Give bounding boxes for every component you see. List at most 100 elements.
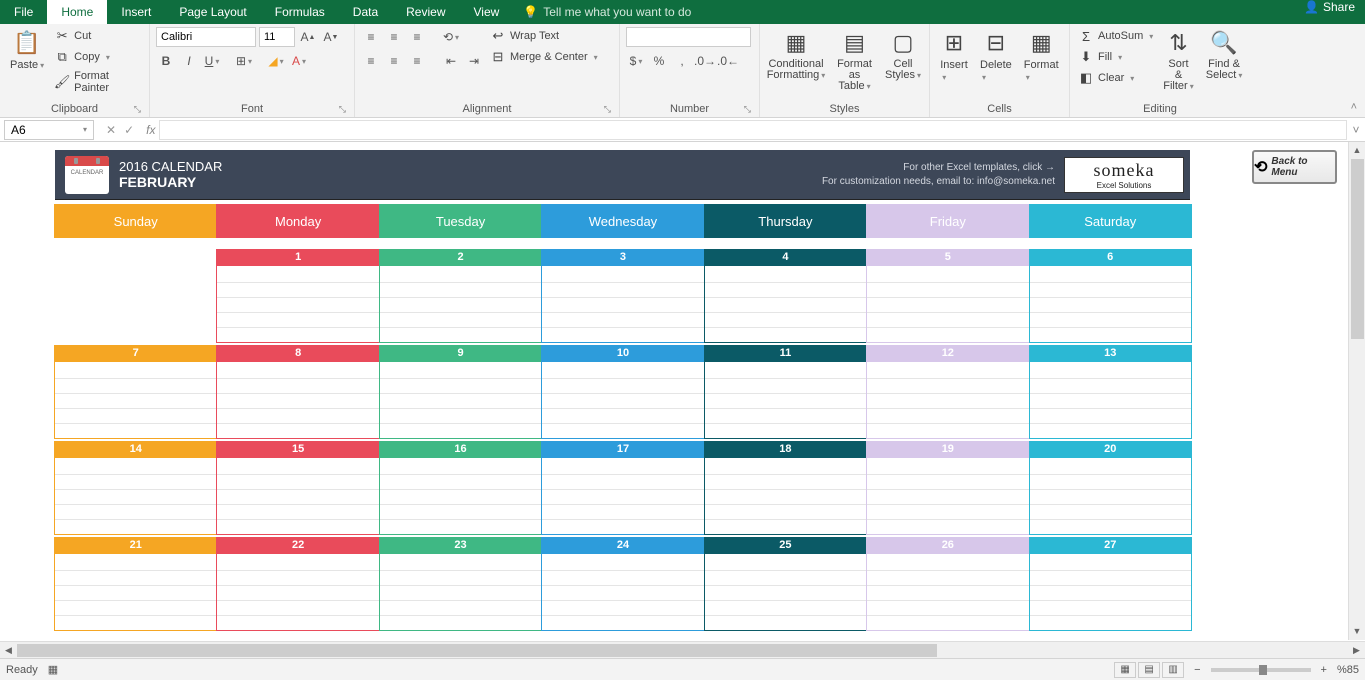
italic-button[interactable]: I [179, 51, 199, 71]
delete-cells-button[interactable]: ⊟Delete▾ [976, 27, 1016, 85]
clear-button[interactable]: ◧Clear▾ [1076, 69, 1155, 87]
formula-input[interactable] [159, 120, 1347, 140]
align-center-icon[interactable]: ≡ [384, 51, 404, 71]
increase-decimal-icon[interactable]: .0→ [695, 51, 715, 71]
day-body[interactable] [541, 554, 704, 631]
calendar-day[interactable]: 7 [54, 345, 217, 439]
scroll-right-icon[interactable]: ▶ [1348, 642, 1365, 658]
macro-record-icon[interactable]: ▦ [48, 663, 58, 676]
calendar-day[interactable]: 13 [1029, 345, 1192, 439]
day-body[interactable] [1029, 266, 1192, 343]
cut-button[interactable]: ✂Cut [52, 27, 143, 45]
calendar-day[interactable]: 5 [866, 249, 1029, 343]
decrease-decimal-icon[interactable]: .0← [718, 51, 738, 71]
wrap-text-button[interactable]: ↩Wrap Text [488, 27, 600, 45]
zoom-slider[interactable] [1211, 668, 1311, 672]
calendar-day[interactable]: 14 [54, 441, 217, 535]
calendar-day[interactable]: 20 [1029, 441, 1192, 535]
calendar-day[interactable]: 22 [216, 537, 379, 631]
day-body[interactable] [541, 458, 704, 535]
day-body[interactable] [54, 458, 217, 535]
tab-review[interactable]: Review [392, 0, 459, 24]
calendar-day[interactable]: 19 [866, 441, 1029, 535]
autosum-button[interactable]: ΣAutoSum▾ [1076, 27, 1155, 45]
zoom-level[interactable]: %85 [1337, 664, 1359, 676]
font-size-select[interactable] [259, 27, 295, 47]
border-button[interactable]: ⊞▾ [234, 51, 254, 71]
cell-styles-button[interactable]: ▢Cell Styles▾ [883, 27, 923, 83]
day-body[interactable] [704, 266, 867, 343]
fill-color-button[interactable]: ◢▾ [266, 51, 286, 71]
merge-center-button[interactable]: ⊟Merge & Center▾ [488, 48, 600, 66]
calendar-day[interactable]: 3 [541, 249, 704, 343]
clipboard-dialog-icon[interactable]: ⤡ [134, 104, 141, 115]
day-body[interactable] [704, 362, 867, 439]
day-body[interactable] [866, 266, 1029, 343]
calendar-day[interactable]: 6 [1029, 249, 1192, 343]
someka-logo[interactable]: someka Excel Solutions [1064, 157, 1184, 193]
format-as-table-button[interactable]: ▤Format as Table▾ [830, 27, 879, 94]
calendar-day[interactable]: 15 [216, 441, 379, 535]
day-body[interactable] [379, 458, 542, 535]
calendar-day[interactable]: 8 [216, 345, 379, 439]
day-body[interactable] [1029, 362, 1192, 439]
day-body[interactable] [216, 266, 379, 343]
tab-formulas[interactable]: Formulas [261, 0, 339, 24]
copy-button[interactable]: ⧉Copy▾ [52, 48, 143, 66]
day-body[interactable] [216, 362, 379, 439]
spreadsheet-grid[interactable]: ⟲ Back to Menu CALENDAR 2016 CALENDAR FE… [0, 142, 1365, 658]
calendar-day[interactable]: 1 [216, 249, 379, 343]
format-cells-button[interactable]: ▦Format▾ [1020, 27, 1063, 85]
increase-font-icon[interactable]: A▲ [298, 27, 318, 47]
h-scroll-thumb[interactable] [17, 644, 937, 657]
scroll-down-icon[interactable]: ▼ [1349, 623, 1365, 640]
align-left-icon[interactable]: ≡ [361, 51, 381, 71]
tab-view[interactable]: View [460, 0, 514, 24]
day-body[interactable] [1029, 458, 1192, 535]
day-body[interactable] [704, 458, 867, 535]
day-body[interactable] [379, 554, 542, 631]
day-body[interactable] [866, 362, 1029, 439]
day-body[interactable] [216, 458, 379, 535]
comma-format-icon[interactable]: , [672, 51, 692, 71]
decrease-font-icon[interactable]: A▼ [321, 27, 341, 47]
calendar-day[interactable]: 24 [541, 537, 704, 631]
calendar-day[interactable]: 10 [541, 345, 704, 439]
scroll-up-icon[interactable]: ▲ [1349, 142, 1365, 159]
bold-button[interactable]: B [156, 51, 176, 71]
normal-view-icon[interactable]: ▦ [1114, 662, 1136, 678]
day-body[interactable] [704, 554, 867, 631]
collapse-ribbon-icon[interactable]: ˄ [1351, 101, 1357, 113]
tab-data[interactable]: Data [339, 0, 392, 24]
sort-filter-button[interactable]: ⇅Sort & Filter▾ [1159, 27, 1197, 94]
calendar-day[interactable]: 26 [866, 537, 1029, 631]
name-box[interactable]: A6▾ [4, 120, 94, 140]
calendar-day[interactable]: 12 [866, 345, 1029, 439]
align-right-icon[interactable]: ≡ [407, 51, 427, 71]
scroll-thumb[interactable] [1351, 159, 1364, 339]
day-body[interactable] [379, 362, 542, 439]
zoom-in-icon[interactable]: + [1321, 664, 1327, 676]
expand-formula-icon[interactable]: ˅ [1347, 123, 1365, 137]
number-format-select[interactable] [626, 27, 751, 47]
conditional-formatting-button[interactable]: ▦Conditional Formatting▾ [766, 27, 826, 83]
calendar-day[interactable]: 21 [54, 537, 217, 631]
number-dialog-icon[interactable]: ⤡ [744, 104, 751, 115]
calendar-day[interactable]: 17 [541, 441, 704, 535]
fill-button[interactable]: ⬇Fill▾ [1076, 48, 1155, 66]
day-body[interactable] [379, 266, 542, 343]
day-body[interactable] [866, 458, 1029, 535]
horizontal-scrollbar[interactable]: ◀ ▶ [0, 641, 1365, 658]
calendar-day[interactable] [54, 249, 217, 343]
enter-formula-icon[interactable]: ✓ [124, 123, 134, 137]
decrease-indent-icon[interactable]: ⇤ [441, 51, 461, 71]
day-body[interactable] [54, 362, 217, 439]
alignment-dialog-icon[interactable]: ⤡ [604, 104, 611, 115]
align-middle-icon[interactable]: ≡ [384, 27, 404, 47]
day-body[interactable] [54, 554, 217, 631]
underline-button[interactable]: U▾ [202, 51, 222, 71]
cancel-formula-icon[interactable]: ✕ [106, 123, 116, 137]
font-name-select[interactable] [156, 27, 256, 47]
tab-file[interactable]: File [0, 0, 47, 24]
insert-cells-button[interactable]: ⊞Insert▾ [936, 27, 972, 85]
